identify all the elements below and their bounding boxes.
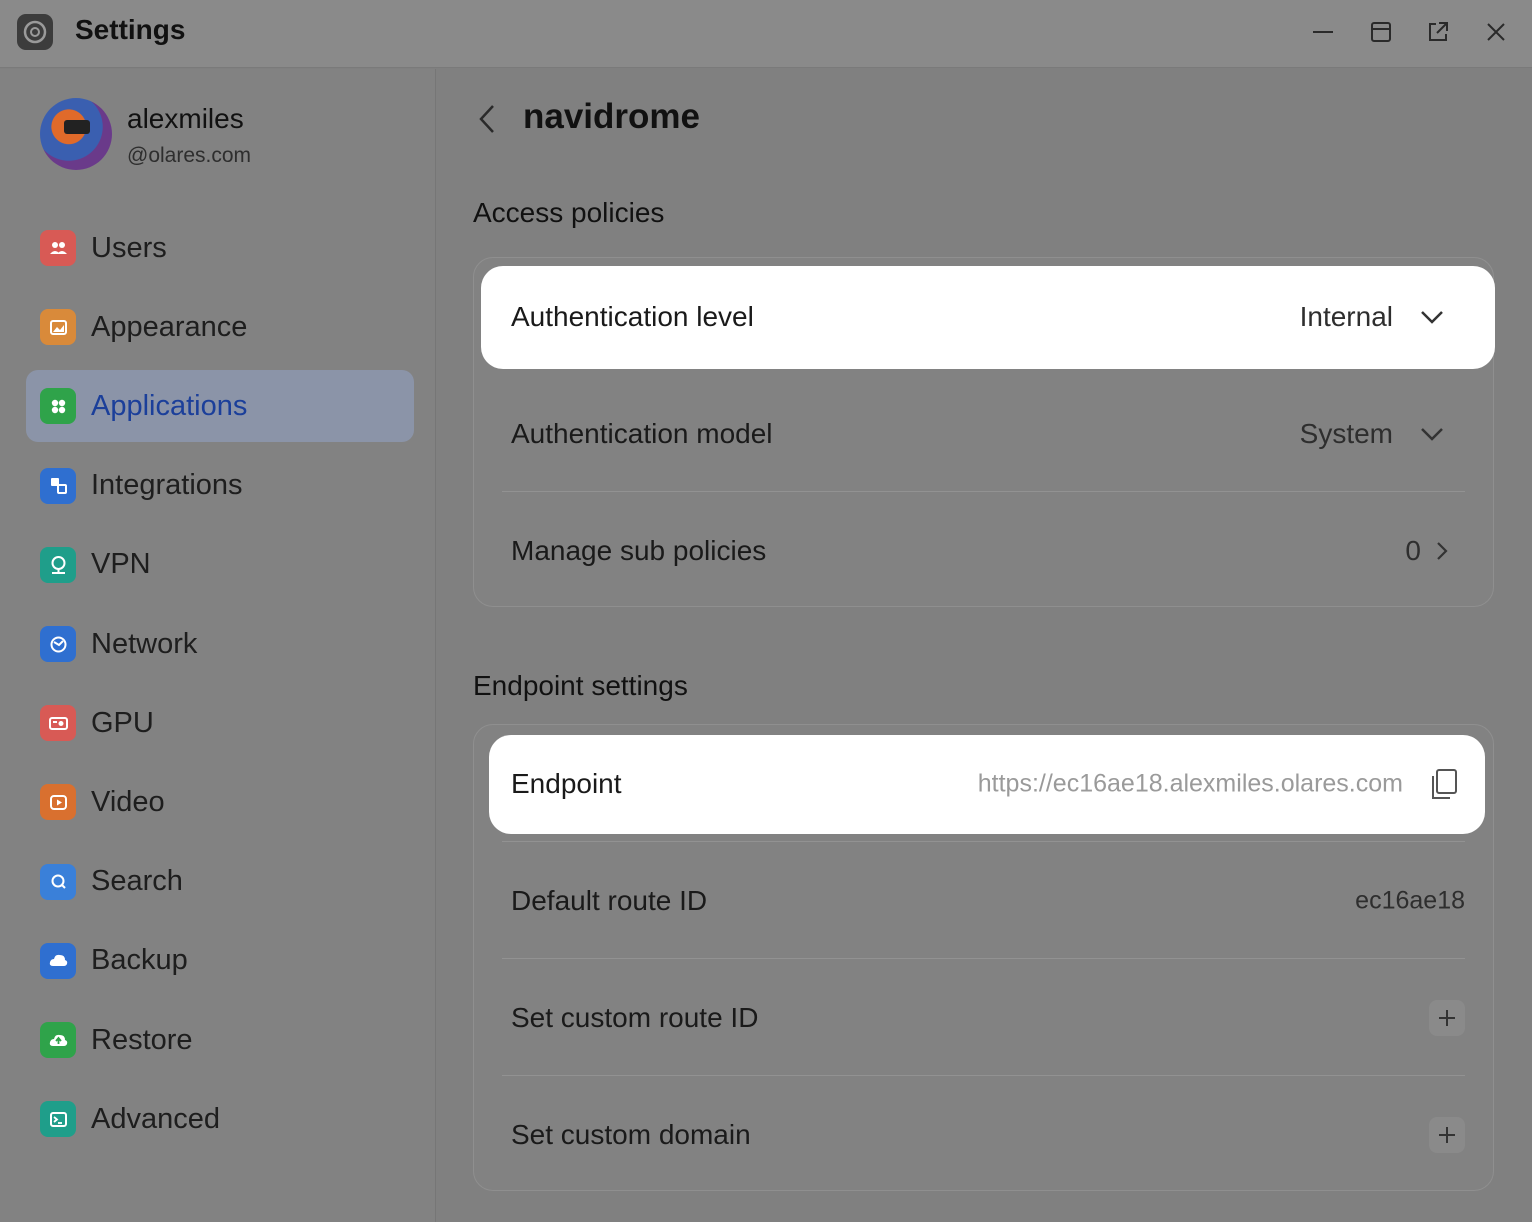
settings-app-icon	[17, 14, 53, 50]
window-title: Settings	[75, 14, 186, 45]
sidebar-item-backup[interactable]: Backup	[26, 925, 414, 997]
sidebar-item-integrations[interactable]: Integrations	[26, 450, 414, 522]
avatar[interactable]	[40, 98, 112, 170]
sidebar-item-applications[interactable]: Applications	[26, 370, 414, 443]
custom-domain-row: Set custom domain	[474, 1076, 1493, 1193]
maximize-button[interactable]	[1363, 14, 1399, 50]
maximize-icon	[1371, 22, 1391, 42]
restore-icon	[40, 1022, 76, 1058]
endpoint-url: https://ec16ae18.alexmiles.olares.com	[977, 769, 1403, 797]
copy-button[interactable]	[1429, 768, 1459, 799]
sidebar-item-label: Applications	[91, 389, 248, 422]
sidebar-item-label: Integrations	[91, 469, 243, 502]
sidebar-item-appearance[interactable]: Appearance	[26, 291, 414, 363]
add-custom-domain-button[interactable]	[1429, 1116, 1465, 1153]
advanced-icon	[40, 1101, 76, 1138]
integrations-icon	[40, 467, 76, 504]
chevron-down-icon[interactable]	[1417, 419, 1447, 449]
auth-level-label: Authentication level	[511, 300, 754, 332]
sidebar-item-label: GPU	[91, 706, 154, 739]
users-icon	[40, 230, 76, 266]
access-policies-title: Access policies	[473, 197, 665, 228]
plus-icon	[1439, 1009, 1455, 1026]
access-policies-card: Authentication level Internal Authentica…	[473, 257, 1495, 609]
sidebar-item-label: VPN	[91, 548, 151, 581]
copy-icon	[1432, 768, 1457, 799]
sidebar-item-vpn[interactable]: VPN	[26, 529, 414, 601]
sidebar-item-users[interactable]: Users	[26, 212, 414, 284]
chevron-right-icon[interactable]	[1427, 536, 1457, 566]
title-bar: Settings	[0, 0, 1532, 68]
main-content: navidrome Access policies Authentication…	[437, 69, 1532, 1222]
close-icon	[1487, 23, 1505, 41]
sidebar-item-label: Search	[91, 865, 183, 898]
minimize-icon	[1313, 31, 1333, 33]
auth-model-value: System	[1299, 417, 1393, 449]
video-icon	[40, 784, 76, 821]
sidebar-item-label: Backup	[91, 944, 188, 977]
endpoint-settings-card: Endpoint https://ec16ae18.alexmiles.olar…	[473, 724, 1494, 1191]
custom-route-label: Set custom route ID	[511, 1001, 759, 1033]
custom-domain-label: Set custom domain	[511, 1118, 751, 1150]
sidebar-item-gpu[interactable]: GPU	[26, 687, 414, 759]
close-button[interactable]	[1478, 14, 1514, 50]
sidebar-item-label: Users	[91, 231, 167, 264]
sidebar-item-advanced[interactable]: Advanced	[26, 1083, 414, 1155]
chevron-left-icon	[479, 105, 494, 133]
endpoint-label: Endpoint	[511, 767, 622, 799]
sub-policies-label: Manage sub policies	[511, 534, 767, 566]
search-icon	[40, 863, 76, 900]
custom-route-row: Set custom route ID	[474, 959, 1493, 1076]
plus-icon	[1439, 1126, 1455, 1143]
sidebar-item-search[interactable]: Search	[26, 846, 414, 918]
sub-policies-row[interactable]: Manage sub policies 0	[474, 492, 1493, 609]
sidebar-item-label: Advanced	[91, 1102, 220, 1135]
gpu-icon	[40, 705, 76, 742]
sidebar-item-label: Video	[91, 785, 165, 818]
auth-model-label: Authentication model	[511, 417, 773, 449]
appearance-icon	[40, 309, 76, 346]
back-button[interactable]	[473, 99, 501, 139]
sidebar-item-label: Restore	[91, 1023, 193, 1056]
auth-model-row[interactable]: Authentication model System	[474, 375, 1493, 492]
sidebar-item-label: Appearance	[91, 310, 248, 343]
default-route-row: Default route ID ec16ae18	[474, 842, 1493, 959]
vpn-icon	[40, 546, 76, 583]
default-route-value: ec16ae18	[1355, 886, 1465, 914]
sidebar: alexmiles @olares.com Users Appearance App…	[0, 69, 436, 1222]
auth-level-row[interactable]: Authentication level Internal	[474, 258, 1493, 375]
page-title: navidrome	[523, 97, 700, 136]
chevron-down-icon[interactable]	[1417, 302, 1447, 332]
network-icon	[40, 626, 76, 662]
sidebar-item-network[interactable]: Network	[26, 608, 414, 680]
open-external-icon	[1429, 22, 1448, 41]
auth-level-value: Internal	[1299, 300, 1393, 332]
default-route-label: Default route ID	[511, 884, 708, 916]
applications-icon	[40, 388, 76, 425]
sidebar-item-restore[interactable]: Restore	[26, 1004, 414, 1076]
endpoint-settings-title: Endpoint settings	[473, 670, 688, 701]
user-name: alexmiles	[127, 103, 244, 134]
avatar-badge	[64, 120, 90, 134]
backup-icon	[40, 942, 76, 979]
minimize-button[interactable]	[1305, 14, 1341, 50]
endpoint-row: Endpoint https://ec16ae18.alexmiles.olar…	[474, 725, 1493, 842]
open-external-button[interactable]	[1420, 14, 1456, 50]
user-domain: @olares.com	[127, 144, 252, 167]
sidebar-item-video[interactable]: Video	[26, 766, 414, 838]
sidebar-item-label: Network	[91, 627, 198, 660]
add-custom-route-button[interactable]	[1429, 999, 1465, 1036]
sub-policies-count: 0	[1405, 534, 1421, 566]
